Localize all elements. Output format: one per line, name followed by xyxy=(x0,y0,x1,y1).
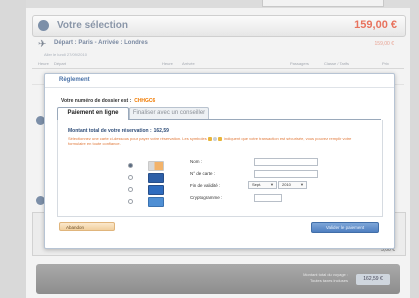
dossier-label: Votre numéro de dossier est : xyxy=(61,98,132,104)
selection-header[interactable]: Votre sélection 159,00 € xyxy=(32,15,406,37)
payment-tabs: Paiement en ligne Finaliser avec un cons… xyxy=(57,107,381,120)
expiry-month-select[interactable]: Sept. ▼ xyxy=(248,181,277,189)
payment-modal: Règlement Votre numéro de dossier est :C… xyxy=(44,73,395,249)
trip-price: 159,00 € xyxy=(374,41,394,47)
card-number-label: N° de carte : xyxy=(190,171,216,176)
name-input[interactable] xyxy=(254,158,318,166)
card-radio-visa[interactable] xyxy=(128,175,133,180)
column-header: Classe / Tarifs xyxy=(324,61,350,66)
expiry-year-value: 2010 xyxy=(282,182,291,187)
selection-price: 159,00 € xyxy=(354,19,397,31)
trip-route: Départ : Paris - Arrivée : Londres xyxy=(54,40,148,46)
selection-circle-icon xyxy=(38,20,49,31)
card-radio-visa-electron[interactable] xyxy=(128,187,133,192)
amount-line: Montant total de votre réservation :162,… xyxy=(68,128,169,134)
validate-payment-button[interactable]: Valider le paiement xyxy=(311,222,379,233)
online-payment-panel: Montant total de votre réservation :162,… xyxy=(57,120,383,217)
card-radio-mastercard[interactable] xyxy=(128,163,133,168)
expiry-label: Fin de validité : xyxy=(190,183,221,188)
visa-icon[interactable] xyxy=(148,173,164,183)
lock-icon xyxy=(218,137,223,141)
cryptogram-input[interactable] xyxy=(254,194,282,202)
amex-icon[interactable] xyxy=(148,197,164,207)
mastercard-icon[interactable] xyxy=(148,161,164,171)
column-header: Arrivée xyxy=(182,61,195,66)
column-header: Passagers xyxy=(290,61,309,66)
modal-header: Règlement xyxy=(45,74,394,88)
top-band xyxy=(26,0,410,8)
column-header: Heure xyxy=(38,61,49,66)
card-number-input[interactable] xyxy=(254,170,318,178)
payment-instructions: Sélectionnez une carte ci-dessous pour p… xyxy=(68,136,368,146)
expiry-month-value: Sept. xyxy=(252,182,262,187)
info-icon xyxy=(213,137,218,141)
total-label: Montant total du voyage : Toutes taxes i… xyxy=(258,272,348,284)
total-amount: 162,59 € xyxy=(356,274,390,285)
total-label-line2: Toutes taxes incluses xyxy=(309,278,348,283)
cryptogram-label: Cryptogramme : xyxy=(190,195,223,200)
total-label-line1: Montant total du voyage : xyxy=(303,272,348,277)
tab-finalize-with-advisor[interactable]: Finaliser avec un conseiller xyxy=(129,107,209,119)
columns-header: Heure Départ Heure Arrivée Passagers Cla… xyxy=(32,60,404,69)
card-radio-amex[interactable] xyxy=(128,199,133,204)
selection-title: Votre sélection xyxy=(57,20,128,31)
amount-label: Montant total de votre réservation : xyxy=(68,128,152,134)
expiry-year-select[interactable]: 2010 ▼ xyxy=(278,181,307,189)
visa-electron-icon[interactable] xyxy=(148,185,164,195)
lock-icon xyxy=(208,137,213,141)
dossier-line: Votre numéro de dossier est : CHHGC6 xyxy=(61,98,155,104)
amount-value: 162,59 xyxy=(153,128,169,134)
column-header: Prix xyxy=(382,61,389,66)
column-header: Heure xyxy=(162,61,173,66)
modal-title: Règlement xyxy=(59,77,90,83)
chevron-down-icon: ▼ xyxy=(300,182,304,187)
total-bar: Montant total du voyage : Toutes taxes i… xyxy=(36,264,400,294)
trip-summary: ✈ Départ : Paris - Arrivée : Londres 159… xyxy=(32,38,404,60)
cancel-button[interactable]: Abandon xyxy=(59,222,115,231)
column-header: Départ xyxy=(54,61,67,66)
top-tab[interactable] xyxy=(262,0,384,7)
trip-date: Aller le lundi 27/09/2010 xyxy=(44,52,87,57)
plane-icon: ✈ xyxy=(38,39,47,50)
dossier-code: CHHGC6 xyxy=(134,98,156,104)
name-label: Nom : xyxy=(190,159,203,164)
tab-online-payment[interactable]: Paiement en ligne xyxy=(57,107,129,120)
chevron-down-icon: ▼ xyxy=(270,182,274,187)
